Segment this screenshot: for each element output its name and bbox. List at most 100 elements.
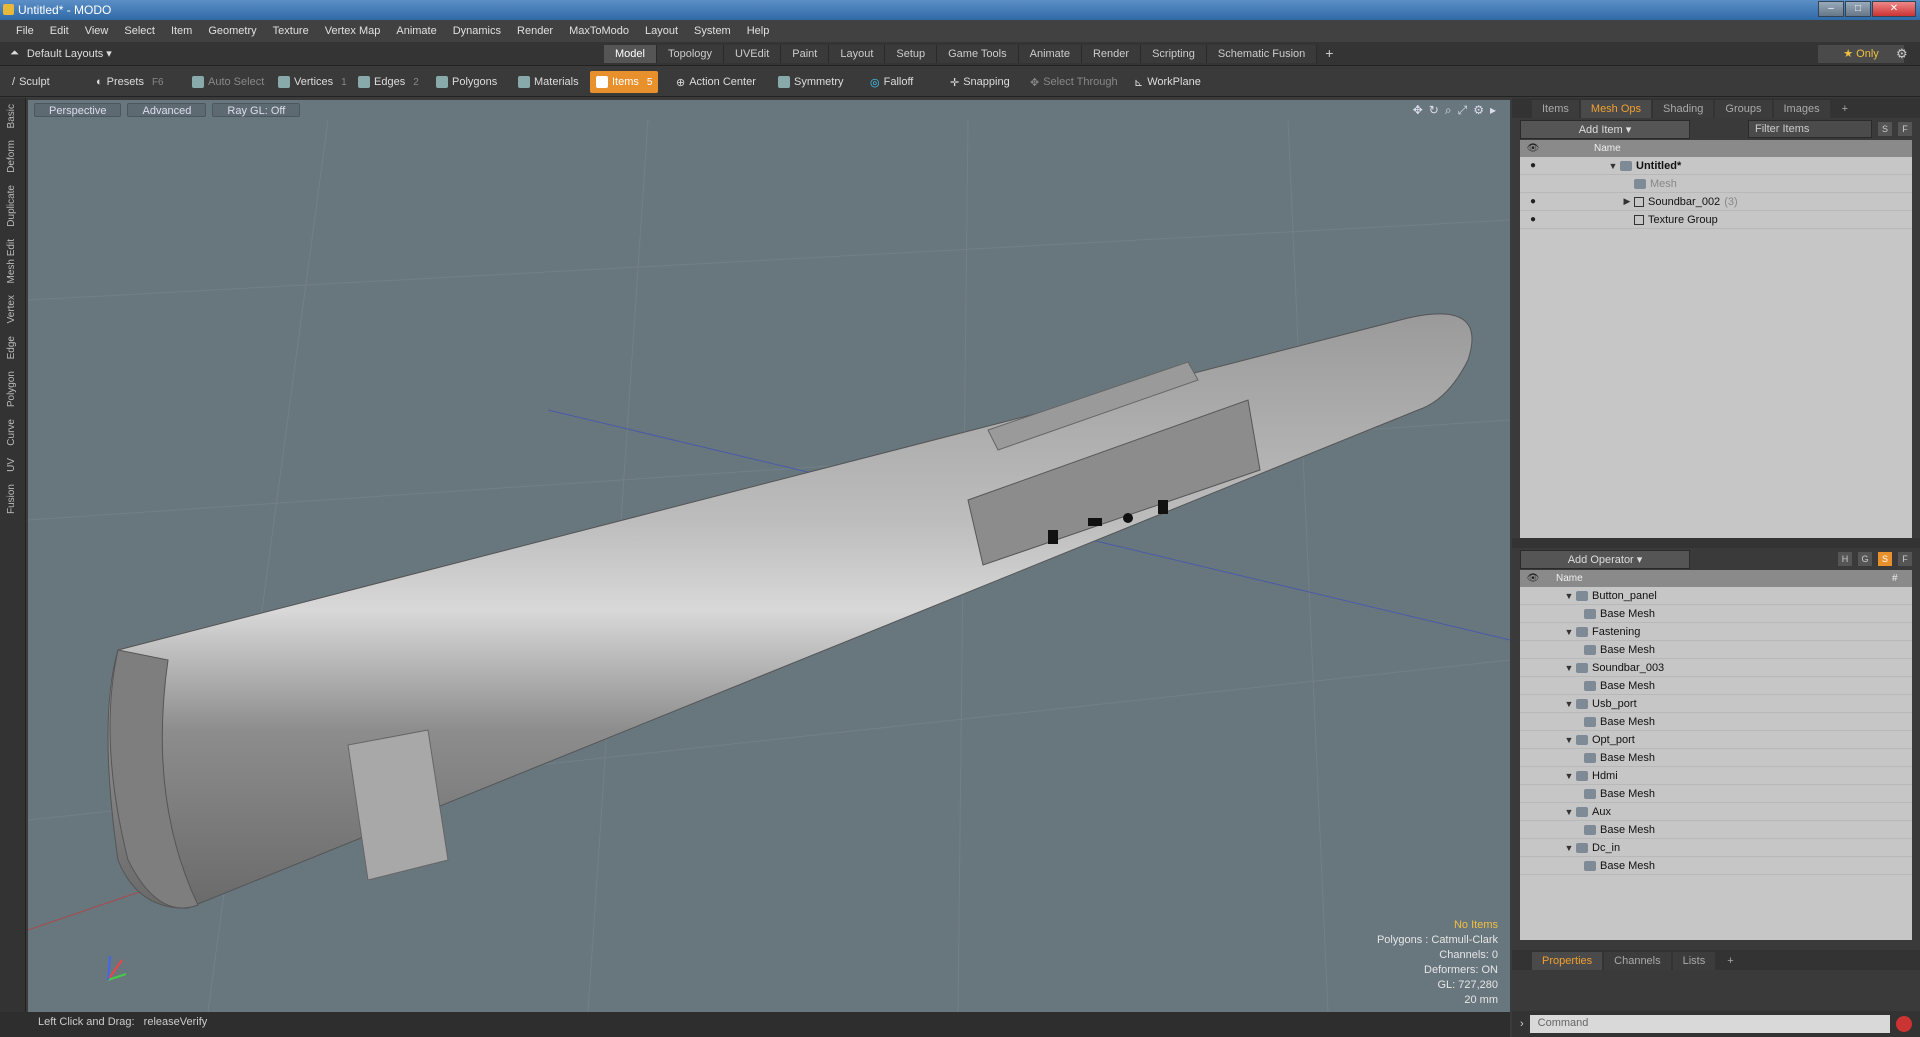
filter-items-input[interactable]: Filter Items [1748,120,1872,138]
left-tab-duplicate[interactable]: Duplicate [6,179,17,233]
raygl-dropdown[interactable]: Ray GL: Off [212,103,301,117]
left-tab-curve[interactable]: Curve [6,413,17,452]
expand-arrow-icon[interactable]: ▼ [1562,843,1576,853]
list-item[interactable]: Base Mesh [1520,821,1912,839]
tab-setup[interactable]: Setup [885,45,938,63]
f-toggle[interactable]: F [1898,122,1912,136]
menu-maxtomodo[interactable]: MaxToModo [561,25,637,37]
list-item[interactable]: Base Mesh [1520,785,1912,803]
list-item[interactable]: ▼ Hdmi [1520,767,1912,785]
list-item[interactable]: ● ▶ Soundbar_002 (3) [1520,193,1912,211]
tab-lists[interactable]: Lists [1672,952,1716,970]
list-item[interactable]: ● ▼ Untitled* [1520,157,1912,175]
action-center-button[interactable]: ⊕ Action Center [670,71,762,93]
left-tab-edge[interactable]: Edge [6,330,17,365]
menu-vertex-map[interactable]: Vertex Map [317,25,389,37]
tab-mesh-ops[interactable]: Mesh Ops [1580,100,1652,118]
left-tab-polygon[interactable]: Polygon [6,365,17,413]
list-item[interactable]: ● Texture Group [1520,211,1912,229]
move-view-icon[interactable]: ✥ [1413,103,1423,118]
left-tab-mesh-edit[interactable]: Mesh Edit [6,233,17,289]
menu-help[interactable]: Help [739,25,778,37]
tab-animate[interactable]: Animate [1018,45,1082,63]
expand-arrow-icon[interactable]: ▼ [1606,161,1620,171]
tab-game-tools[interactable]: Game Tools [937,45,1019,63]
list-item[interactable]: ▼ Button_panel [1520,587,1912,605]
list-item[interactable]: ▼ Dc_in [1520,839,1912,857]
list-item[interactable]: ▼ Usb_port [1520,695,1912,713]
visibility-eye-icon[interactable]: ● [1520,160,1546,171]
minimize-button[interactable]: – [1818,1,1844,17]
3d-viewport[interactable]: Perspective Advanced Ray GL: Off ✥ ↻ ⌕ ⤢… [28,100,1510,1012]
expand-arrow-icon[interactable]: ▼ [1562,699,1576,709]
left-tab-basic[interactable]: Basic [6,98,17,134]
gear-icon[interactable]: ⚙ [1896,46,1908,62]
snapping-button[interactable]: ✛ Snapping [944,71,1016,93]
falloff-button[interactable]: ◎ Falloff [864,71,919,93]
s-operator-toggle[interactable]: S [1878,552,1892,566]
expand-arrow-icon[interactable]: ▼ [1562,807,1576,817]
zoom-view-icon[interactable]: ⌕ [1445,103,1452,118]
tab-schematic-fusion[interactable]: Schematic Fusion [1206,45,1318,63]
vertices-button[interactable]: Vertices 1 [272,71,353,93]
viewport-settings-icon[interactable]: ⚙ [1473,103,1484,118]
presets-button[interactable]: ◐ Presets F6 [90,71,170,93]
menu-geometry[interactable]: Geometry [200,25,264,37]
tab-layout[interactable]: Layout [829,45,886,63]
g-toggle[interactable]: G [1858,552,1872,566]
stop-icon[interactable] [1896,1016,1912,1032]
tab-model[interactable]: Model [604,45,657,63]
list-item[interactable]: ▼ Opt_port [1520,731,1912,749]
list-item[interactable]: Base Mesh [1520,677,1912,695]
expand-arrow-icon[interactable]: ▶ [1620,196,1634,207]
add-tab-button[interactable]: + [1317,45,1341,63]
list-item[interactable]: Base Mesh [1520,713,1912,731]
visibility-eye-icon[interactable]: ● [1520,214,1546,225]
add-panel-tab-button[interactable]: + [1832,100,1858,118]
list-item[interactable]: Base Mesh [1520,605,1912,623]
materials-button[interactable]: Materials [512,71,585,93]
tab-channels[interactable]: Channels [1604,952,1671,970]
expand-arrow-icon[interactable]: ▼ [1562,735,1576,745]
tab-properties[interactable]: Properties [1532,952,1603,970]
expand-arrow-icon[interactable]: ▼ [1562,663,1576,673]
h-toggle[interactable]: H [1838,552,1852,566]
add-operator-dropdown[interactable]: Add Operator ▾ [1520,549,1690,569]
menu-layout[interactable]: Layout [637,25,686,37]
viewport-more-icon[interactable]: ▸ [1490,103,1496,118]
workplane-button[interactable]: ⊾ WorkPlane [1128,71,1207,93]
expand-arrow-icon[interactable]: ▼ [1562,627,1576,637]
f-operator-toggle[interactable]: F [1898,552,1912,566]
sculpt-button[interactable]: / Sculpt [6,71,56,93]
tab-groups[interactable]: Groups [1715,100,1772,118]
list-item[interactable]: ▼ Fastening [1520,623,1912,641]
default-layouts-dropdown[interactable]: Default Layouts ▾ [27,47,112,60]
shading-mode-dropdown[interactable]: Advanced [127,103,207,117]
command-input[interactable]: Command [1529,1015,1890,1033]
layout-arrow-icon[interactable]: ⏶ [10,47,19,60]
tab-render[interactable]: Render [1081,45,1142,63]
maximize-button[interactable]: □ [1845,1,1871,17]
only-button[interactable]: ★ Only [1818,45,1904,63]
close-button[interactable]: ✕ [1872,1,1916,17]
menu-render[interactable]: Render [509,25,561,37]
panel-splitter[interactable] [1512,538,1920,548]
auto-select-button[interactable]: Auto Select [186,71,270,93]
view-type-dropdown[interactable]: Perspective [34,103,122,117]
tab-uvedit[interactable]: UVEdit [724,45,782,63]
left-tab-vertex[interactable]: Vertex [6,289,17,329]
left-tab-uv[interactable]: UV [6,452,17,478]
menu-view[interactable]: View [77,25,117,37]
tab-images[interactable]: Images [1773,100,1830,118]
list-item[interactable]: Mesh [1520,175,1912,193]
menu-item[interactable]: Item [163,25,200,37]
soundbar-mesh[interactable] [107,313,1473,909]
polygons-button[interactable]: Polygons [430,71,503,93]
menu-texture[interactable]: Texture [265,25,317,37]
menu-edit[interactable]: Edit [42,25,77,37]
list-item[interactable]: Base Mesh [1520,641,1912,659]
symmetry-button[interactable]: Symmetry [772,71,850,93]
tab-items[interactable]: Items [1532,100,1579,118]
fit-view-icon[interactable]: ⤢ [1458,103,1468,118]
left-tab-deform[interactable]: Deform [6,134,17,179]
